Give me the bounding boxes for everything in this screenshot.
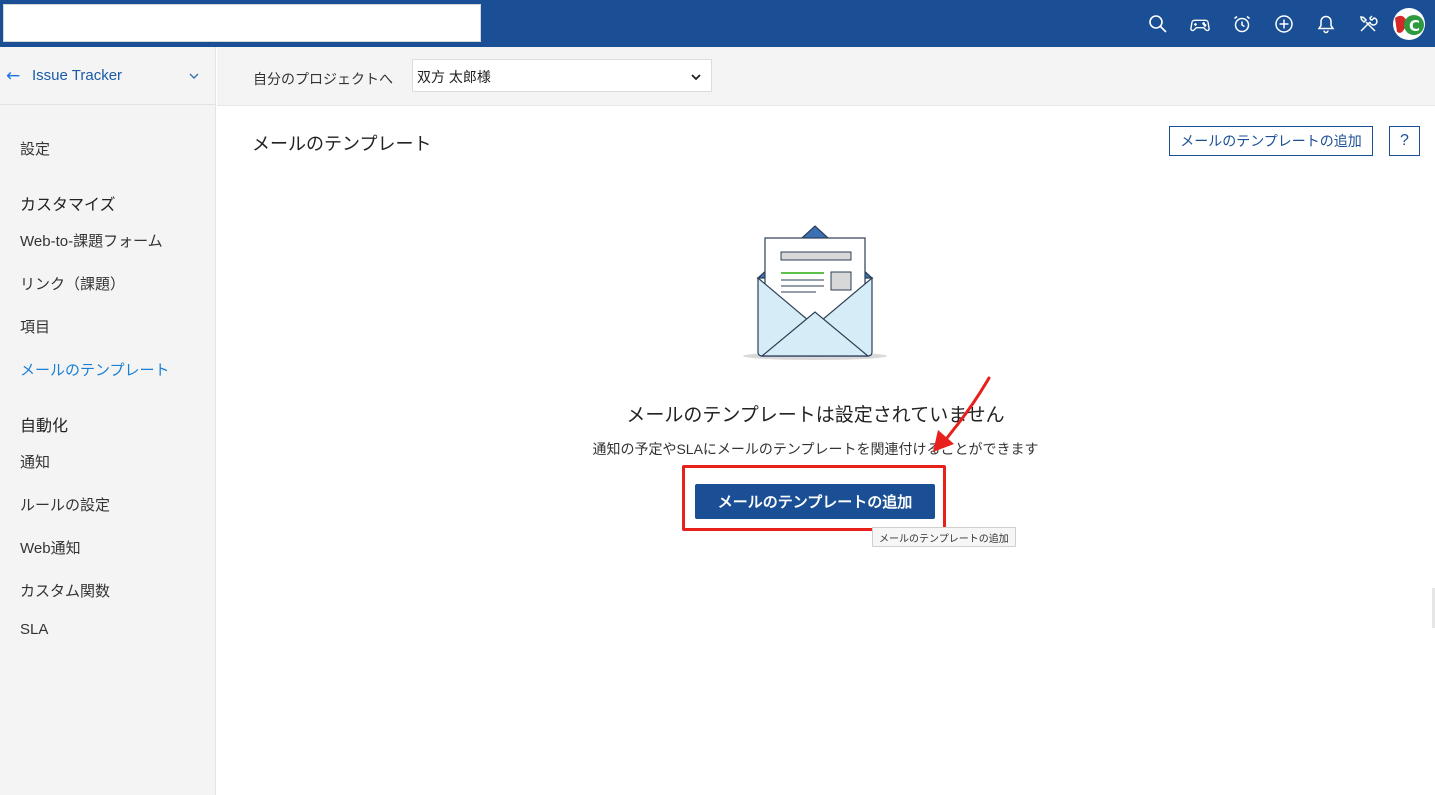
sidebar-item-web-to-issue-form[interactable]: Web-to-課題フォーム bbox=[20, 230, 163, 251]
project-selector-label: 自分のプロジェクトへ bbox=[253, 71, 393, 87]
sidebar-item-links[interactable]: リンク（課題） bbox=[20, 273, 125, 294]
project-bar: 自分のプロジェクトへ 双方 太郎様 bbox=[217, 47, 1435, 106]
alarm-icon[interactable] bbox=[1221, 0, 1263, 47]
top-icons: C bbox=[1137, 0, 1425, 47]
empty-state-description: 通知の予定やSLAにメールのテンプレートを関連付けることができます bbox=[592, 441, 1039, 457]
help-button[interactable]: ? bbox=[1389, 126, 1420, 156]
add-email-template-button[interactable]: メールのテンプレートの追加 bbox=[1169, 126, 1373, 156]
sidebar-item-fields[interactable]: 項目 bbox=[20, 316, 50, 337]
gamepad-icon[interactable] bbox=[1179, 0, 1221, 47]
search-input[interactable] bbox=[3, 4, 481, 42]
search-icon[interactable] bbox=[1137, 0, 1179, 47]
sidebar-item-settings[interactable]: 設定 bbox=[20, 138, 50, 159]
empty-state-title: メールのテンプレートは設定されていません bbox=[626, 405, 1005, 426]
sidebar-title: Issue Tracker bbox=[32, 67, 123, 84]
annotation-arrow bbox=[933, 376, 991, 452]
tools-icon[interactable] bbox=[1347, 0, 1389, 47]
button-tooltip: メールのテンプレートの追加 bbox=[872, 527, 1016, 547]
page-title: メールのテンプレート bbox=[252, 134, 432, 154]
bell-icon[interactable] bbox=[1305, 0, 1347, 47]
add-email-template-primary-button[interactable]: メールのテンプレートの追加 bbox=[695, 484, 935, 519]
sidebar-header[interactable]: ← Issue Tracker bbox=[0, 47, 215, 105]
project-select-value: 双方 太郎様 bbox=[417, 69, 491, 85]
plus-circle-icon[interactable] bbox=[1263, 0, 1305, 47]
sidebar-item-email-templates[interactable]: メールのテンプレート bbox=[20, 359, 170, 380]
avatar[interactable]: C bbox=[1393, 7, 1425, 40]
chevron-down-icon[interactable] bbox=[187, 69, 201, 83]
sidebar-item-sla[interactable]: SLA bbox=[20, 621, 48, 638]
svg-text:C: C bbox=[1409, 17, 1420, 35]
empty-envelope-illustration bbox=[743, 225, 887, 360]
back-arrow-icon[interactable]: ← bbox=[6, 67, 24, 85]
chevron-down-icon bbox=[691, 74, 701, 81]
sidebar-group-customize: カスタマイズ bbox=[20, 197, 116, 214]
sidebar-item-custom-functions[interactable]: カスタム関数 bbox=[20, 580, 110, 601]
sidebar-item-rules[interactable]: ルールの設定 bbox=[20, 494, 110, 515]
sidebar-item-web-notifications[interactable]: Web通知 bbox=[20, 537, 81, 558]
top-bar: C bbox=[0, 0, 1435, 47]
project-select[interactable]: 双方 太郎様 bbox=[412, 59, 712, 92]
